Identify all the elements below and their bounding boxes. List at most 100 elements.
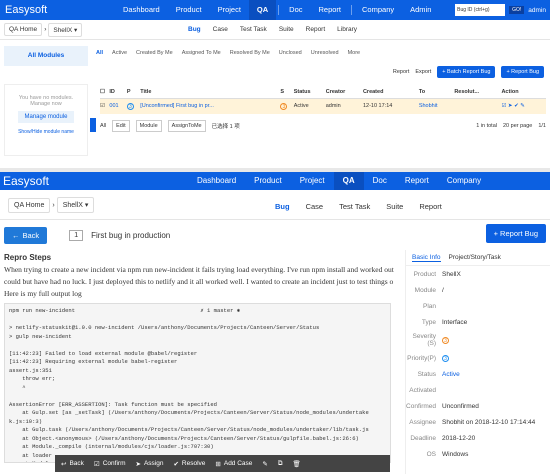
- edit-dropdown[interactable]: Edit: [112, 120, 130, 132]
- header-status[interactable]: Status: [293, 86, 326, 99]
- nav-company[interactable]: Company: [354, 0, 402, 20]
- filter-active[interactable]: Active: [112, 50, 127, 56]
- breadcrumb-product[interactable]: ShellX ▾: [48, 22, 83, 37]
- prop-status: Status Active: [406, 366, 550, 382]
- header-creator[interactable]: Creator: [325, 86, 363, 99]
- search-input[interactable]: Bug ID (ctrl+g): [455, 4, 506, 16]
- toolbar-resolve-button[interactable]: ✔ Resolve: [173, 460, 205, 468]
- toolbar-back-button[interactable]: ↩ Back: [61, 460, 84, 468]
- breadcrumb-qa-home[interactable]: QA Home: [4, 23, 43, 36]
- all-modules-button[interactable]: All Modules: [4, 46, 88, 66]
- tab-bug[interactable]: Bug: [188, 26, 201, 33]
- prop-value[interactable]: ShellX: [442, 271, 461, 278]
- nav-dashboard[interactable]: Dashboard: [115, 0, 168, 20]
- nav-doc[interactable]: Doc: [281, 0, 310, 20]
- filter-resolved-by-me[interactable]: Resolved By Me: [230, 50, 270, 56]
- toolbar-copy-button[interactable]: ⧉: [278, 460, 283, 468]
- resolve-icon[interactable]: ✔: [514, 103, 519, 109]
- toolbar-add-case-label: Add Case: [223, 460, 253, 467]
- back-button[interactable]: ← Back: [4, 226, 48, 244]
- header-title[interactable]: Title: [140, 86, 281, 99]
- nav-project[interactable]: Project: [291, 172, 334, 190]
- report-bug-button[interactable]: + Report Bug: [501, 66, 544, 78]
- nav-report[interactable]: Report: [311, 0, 350, 20]
- brand-logo[interactable]: Easysoft: [0, 4, 115, 16]
- user-menu[interactable]: admin: [528, 7, 546, 14]
- filter-more[interactable]: More: [348, 50, 361, 56]
- header-s[interactable]: S: [280, 86, 294, 99]
- assign-icon[interactable]: ➤: [508, 103, 513, 109]
- nav-doc[interactable]: Doc: [364, 172, 396, 190]
- per-page-select[interactable]: 20 per page: [503, 123, 532, 129]
- sidebar-toggle[interactable]: [90, 118, 96, 132]
- nav-dashboard[interactable]: Dashboard: [188, 172, 245, 190]
- assign-to-me-dropdown[interactable]: AssignToMe: [167, 120, 206, 132]
- toolbar-add-case-button[interactable]: ⊞ Add Case: [215, 460, 252, 468]
- row-checkbox[interactable]: ☑: [100, 98, 110, 114]
- tab-library[interactable]: Library: [337, 26, 357, 33]
- tab-project-story-task[interactable]: Project/Story/Task: [449, 254, 501, 261]
- tab-test-task[interactable]: Test Task: [240, 26, 267, 33]
- nav-report[interactable]: Report: [396, 172, 438, 190]
- export-dropdown[interactable]: Export: [415, 69, 431, 75]
- row-id[interactable]: 001: [109, 98, 127, 114]
- prop-product: Product ShellX: [406, 266, 550, 282]
- table-row[interactable]: ☑ 001 3 [Unconfirmed] First bug in pr...…: [100, 98, 546, 114]
- show-hide-module-link[interactable]: Show/Hide module name: [5, 129, 87, 135]
- tab-case[interactable]: Case: [306, 202, 324, 211]
- confirm-icon[interactable]: ☑: [501, 103, 506, 109]
- toolbar-assign-button[interactable]: ➤ Assign: [136, 460, 164, 468]
- row-title[interactable]: [Unconfirmed] First bug in pr...: [140, 98, 281, 114]
- nav-product[interactable]: Product: [168, 0, 210, 20]
- tab-report[interactable]: Report: [419, 202, 442, 211]
- tab-basic-info[interactable]: Basic Info: [412, 254, 441, 262]
- filter-assigned-to-me[interactable]: Assigned To Me: [182, 50, 221, 56]
- severity-badge: 3: [280, 102, 288, 110]
- prop-value: Active: [442, 370, 460, 378]
- nav-qa[interactable]: QA: [333, 172, 364, 190]
- toolbar-edit-button[interactable]: ✎: [262, 460, 267, 468]
- search-type-select[interactable]: Bug: [457, 7, 466, 13]
- header-id[interactable]: ID: [109, 86, 127, 99]
- top-navbar: Easysoft Dashboard Product Project QA Do…: [0, 0, 550, 20]
- prop-label: OS: [426, 450, 436, 458]
- tab-test-task[interactable]: Test Task: [339, 202, 370, 211]
- select-all-checkbox[interactable]: All: [100, 123, 106, 129]
- tab-suite[interactable]: Suite: [386, 202, 403, 211]
- report-bug-button[interactable]: + Report Bug: [485, 224, 546, 243]
- breadcrumb: QA Home › ShellX ▾: [4, 197, 95, 213]
- row-assignee[interactable]: Shobhit: [418, 98, 455, 114]
- header-to[interactable]: To: [418, 86, 455, 99]
- filter-unclosed[interactable]: Unclosed: [279, 50, 302, 56]
- brand-logo[interactable]: Easysoft: [0, 174, 188, 188]
- report-link[interactable]: Report: [393, 69, 410, 75]
- breadcrumb-product[interactable]: ShellX ▾: [56, 197, 95, 213]
- header-created[interactable]: Created: [362, 86, 419, 99]
- filter-created-by-me[interactable]: Created By Me: [136, 50, 173, 56]
- header-checkbox[interactable]: ☐: [100, 86, 110, 99]
- tab-case[interactable]: Case: [213, 26, 228, 33]
- module-dropdown[interactable]: Module: [135, 120, 162, 132]
- tab-suite[interactable]: Suite: [279, 26, 294, 33]
- bug-action-toolbar: ↩ Back ☑ Confirm ➤ Assign ✔ Resolve ⊞ Add Cas…: [55, 455, 390, 472]
- filter-unresolved[interactable]: Unresolved: [311, 50, 339, 56]
- toolbar-confirm-button[interactable]: ☑ Confirm: [94, 460, 126, 468]
- prop-activated: Activated: [406, 382, 550, 398]
- nav-company[interactable]: Company: [438, 172, 490, 190]
- nav-qa[interactable]: QA: [248, 0, 277, 20]
- header-p[interactable]: P: [126, 86, 141, 99]
- tab-bug[interactable]: Bug: [275, 202, 290, 211]
- nav-admin[interactable]: Admin: [402, 0, 439, 20]
- toolbar-delete-button[interactable]: 🗑: [293, 460, 301, 468]
- nav-product[interactable]: Product: [245, 172, 291, 190]
- go-button[interactable]: GO!: [509, 6, 525, 14]
- tab-report[interactable]: Report: [306, 26, 326, 33]
- manage-module-button[interactable]: Manage module: [18, 111, 74, 123]
- header-resolution[interactable]: Resolut...: [454, 86, 502, 99]
- edit-icon[interactable]: ✎: [520, 103, 525, 109]
- batch-report-bug-button[interactable]: + Batch Report Bug: [437, 66, 496, 78]
- nav-project[interactable]: Project: [210, 0, 249, 20]
- breadcrumb-qa-home[interactable]: QA Home: [8, 197, 51, 213]
- prop-label: Priority(P): [407, 354, 436, 362]
- filter-all[interactable]: All: [96, 50, 103, 56]
